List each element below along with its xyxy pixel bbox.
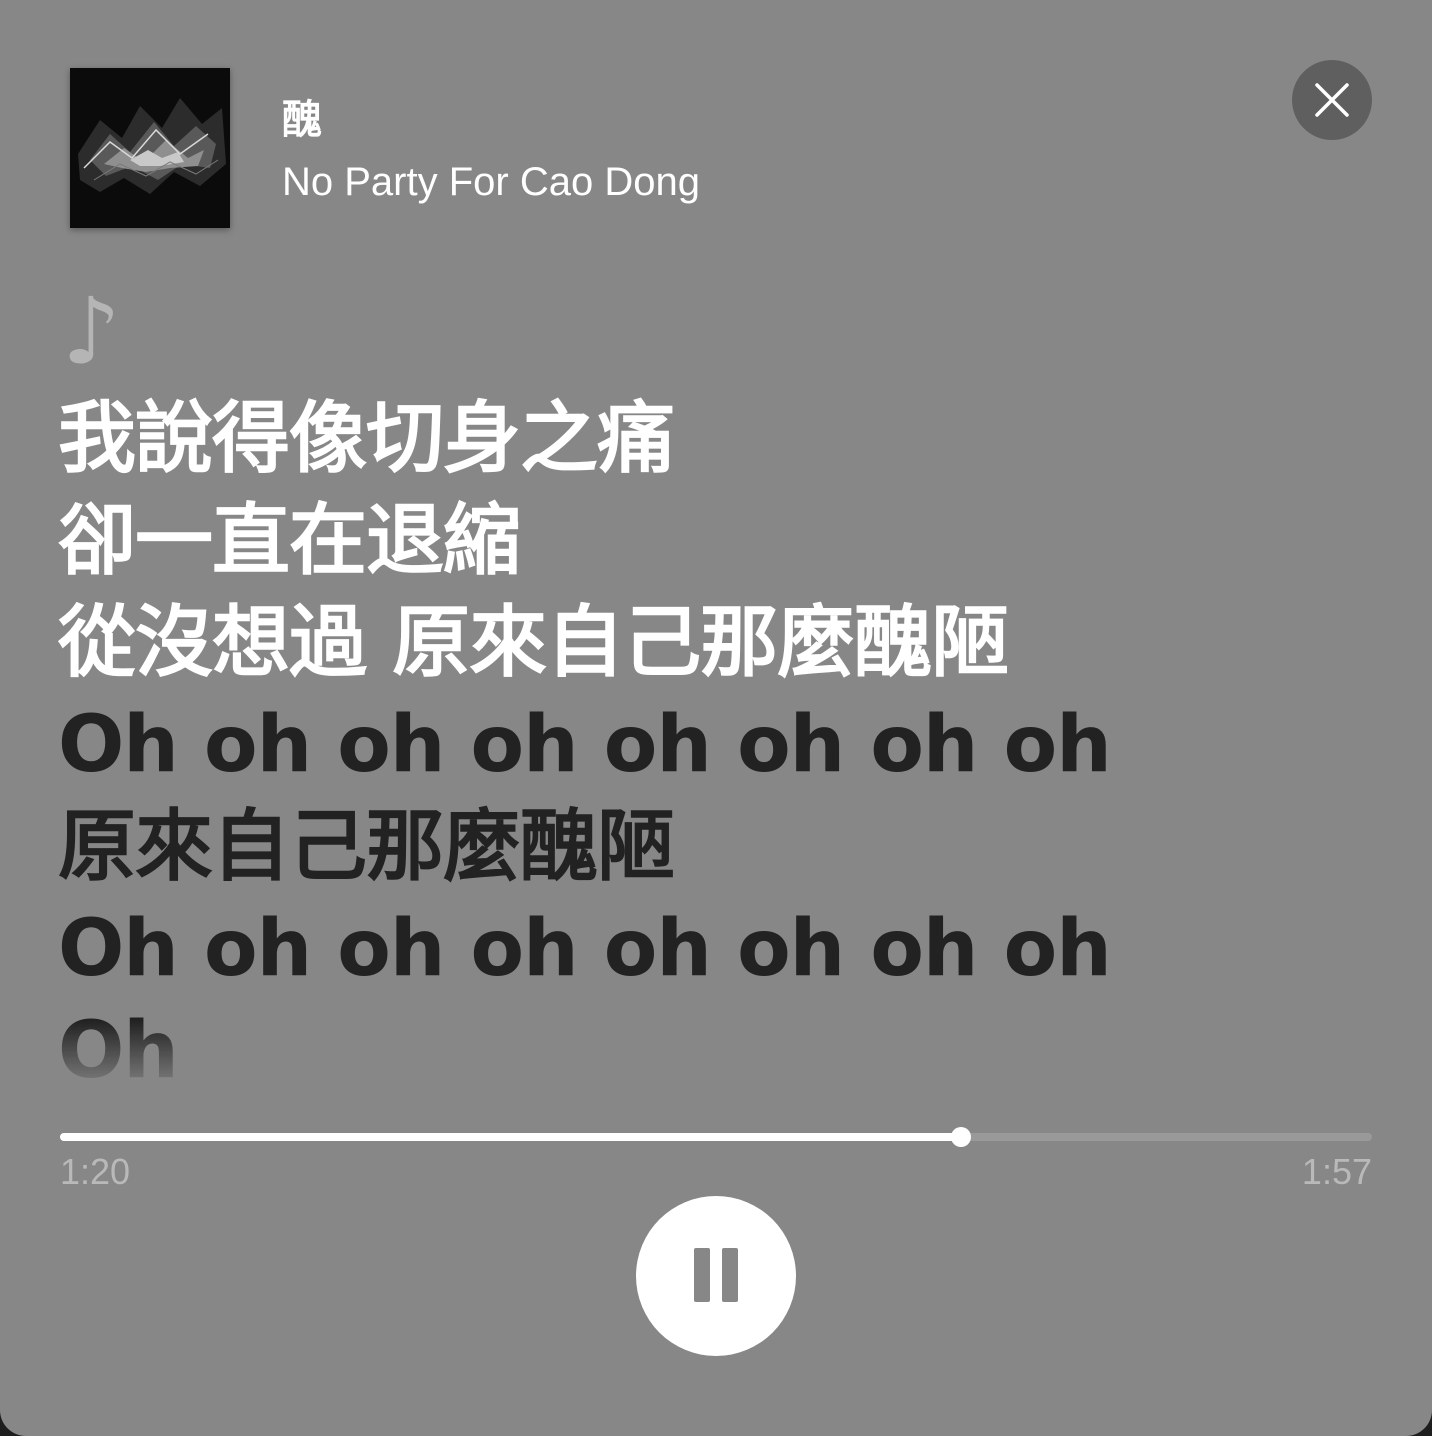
lyric-line[interactable]: Oh oh oh oh oh oh oh oh — [58, 694, 1112, 796]
track-artist[interactable]: No Party For Cao Dong — [282, 156, 700, 208]
close-icon — [1315, 83, 1349, 117]
progress-bar[interactable] — [60, 1127, 1372, 1147]
total-time: 1:57 — [1301, 1151, 1372, 1192]
album-cover — [70, 68, 230, 228]
lyric-line[interactable]: 原來自己那麼醜陋 — [58, 796, 675, 898]
lyrics-panel: 醜 No Party For Cao Dong ♪ 我說得像切身之痛 卻一直在退… — [0, 0, 1432, 1436]
lyric-line[interactable]: 從沒想過 原來自己那麼醜陋 — [58, 592, 1009, 694]
progress-handle[interactable] — [951, 1127, 972, 1147]
lyric-line[interactable]: 卻一直在退縮 — [58, 490, 521, 592]
lyrics-list: 我說得像切身之痛 卻一直在退縮 從沒想過 原來自己那麼醜陋 Oh oh oh o… — [58, 388, 1378, 1088]
album-art-image — [70, 68, 230, 228]
lyric-line[interactable]: 我說得像切身之痛 — [58, 388, 675, 490]
pause-button[interactable] — [636, 1196, 796, 1356]
progress-fill — [60, 1133, 962, 1141]
lyric-line[interactable]: Oh oh oh oh oh oh oh oh — [58, 898, 1112, 1000]
pause-icon-bar-left — [694, 1248, 710, 1302]
lyric-line[interactable]: Oh — [58, 1000, 179, 1088]
track-title: 醜 — [282, 97, 322, 143]
pause-icon-bar-right — [722, 1248, 738, 1302]
music-note-icon: ♪ — [62, 278, 121, 385]
elapsed-time: 1:20 — [60, 1151, 131, 1192]
close-button[interactable] — [1292, 60, 1372, 140]
